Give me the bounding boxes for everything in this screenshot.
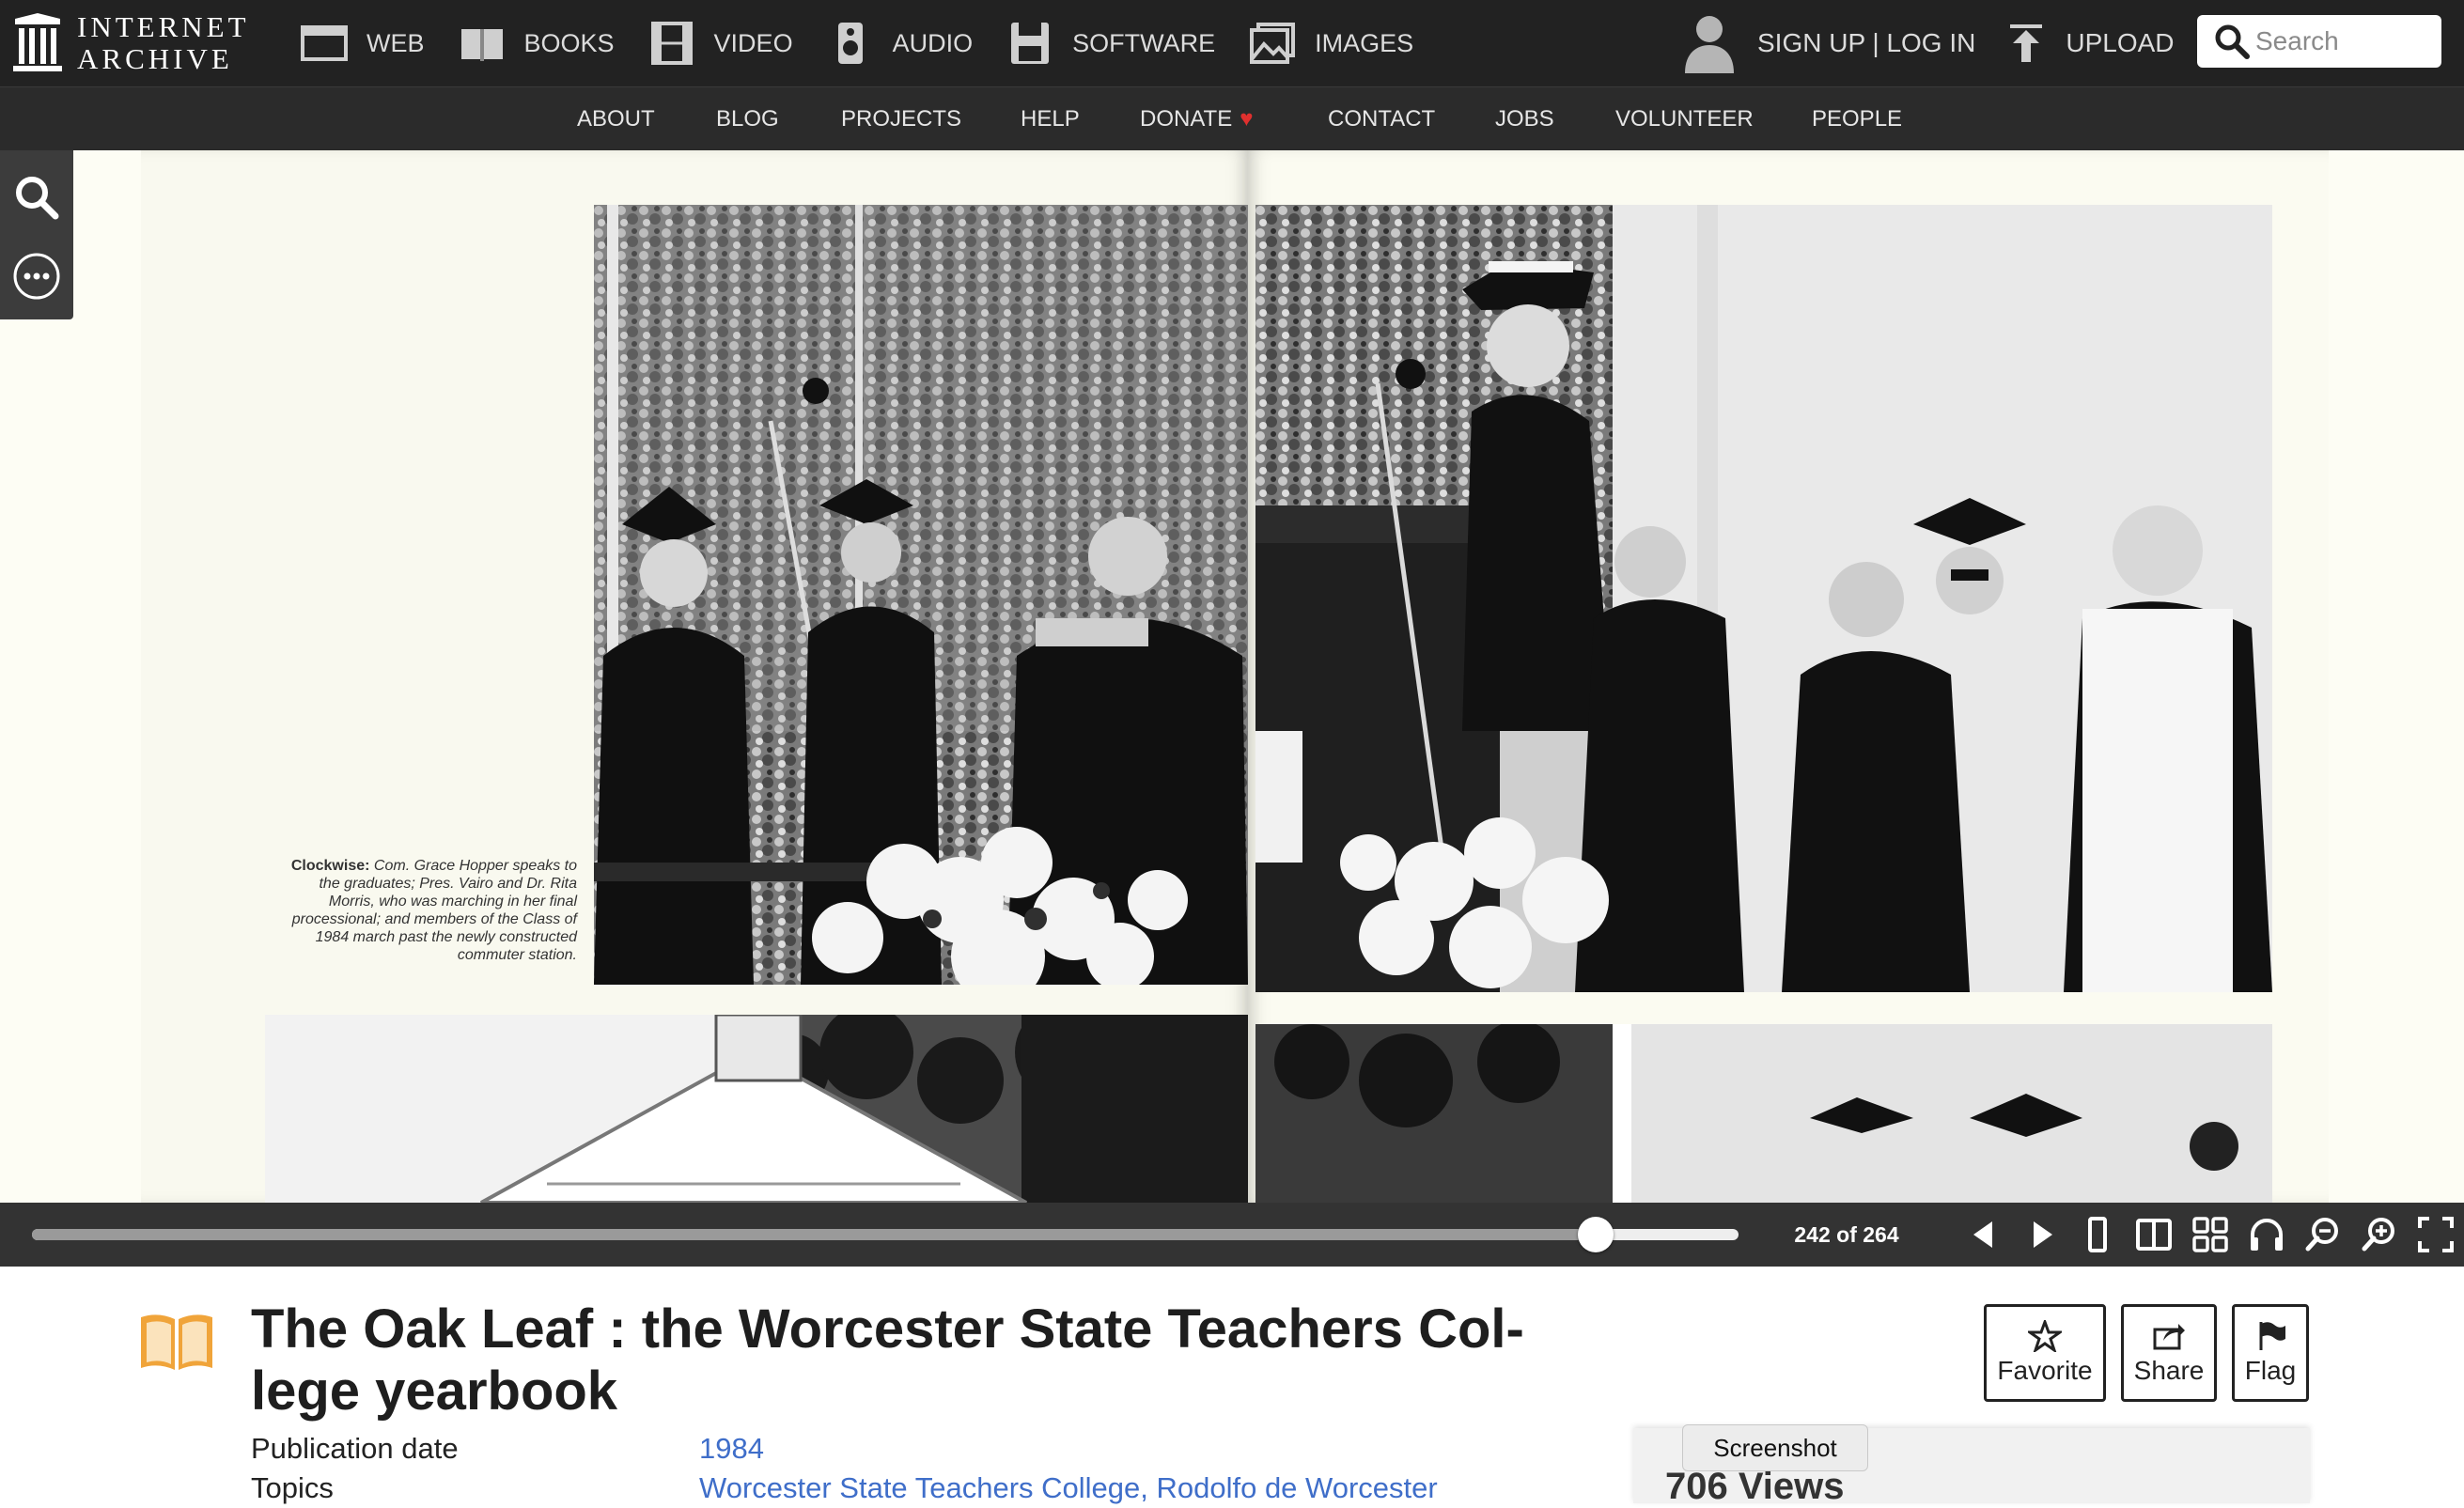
topics-label: Topics: [251, 1471, 334, 1504]
share-label: Share: [2133, 1356, 2205, 1385]
photo-graduates-seated: [594, 205, 1248, 985]
star-icon: [2028, 1320, 2062, 1352]
photo-speaker-at-podium: [1255, 205, 2272, 992]
subnav-blog[interactable]: BLOG: [716, 87, 779, 151]
favorite-button[interactable]: Favorite: [1984, 1304, 2106, 1402]
images-icon: [1250, 23, 1296, 64]
topics-value[interactable]: Worcester State Teachers College, Rodolf…: [699, 1471, 1438, 1505]
one-page-view-button[interactable]: [2075, 1212, 2120, 1257]
caption-lead: Clockwise:: [290, 858, 370, 874]
heart-icon: ♥: [1240, 106, 1254, 132]
item-details: The Oak Leaf : the Worcester State Teach…: [0, 1267, 2464, 1507]
subnav-projects[interactable]: PROJECTS: [841, 87, 961, 151]
nav-web[interactable]: WEB: [301, 22, 425, 65]
nav-software[interactable]: SOFTWARE: [1006, 22, 1215, 65]
headphones-icon: [2251, 1219, 2283, 1251]
publication-date-value[interactable]: 1984: [699, 1432, 764, 1466]
thumbnail-view-button[interactable]: [2188, 1212, 2233, 1257]
favorite-label: Favorite: [1997, 1356, 2093, 1385]
subnav-donate[interactable]: DONATE ♥: [1140, 87, 1253, 151]
two-page-view-button[interactable]: [2131, 1212, 2176, 1257]
page-slider-thumb[interactable]: [1578, 1217, 1614, 1252]
archive-building-icon: [13, 13, 62, 71]
share-icon: [2153, 1324, 2185, 1350]
logo-text: INTERNET ARCHIVE: [77, 10, 250, 75]
reader-more-button[interactable]: [0, 239, 73, 314]
views-count: 706 Views: [1665, 1466, 1845, 1507]
search-icon: [16, 177, 59, 220]
arrow-left-icon: [1973, 1221, 1992, 1248]
read-aloud-button[interactable]: [2244, 1212, 2289, 1257]
book-reader-viewer[interactable]: Clockwise: Com. Grace Hopper speaks to t…: [0, 150, 2464, 1203]
internet-archive-logo[interactable]: INTERNET ARCHIVE: [11, 6, 250, 81]
page-slider[interactable]: [32, 1217, 1739, 1252]
web-icon: [301, 25, 348, 61]
media-type-nav: WEB BOOKS VIDEO AUDIO SOFTWARE IMAGES: [301, 0, 1447, 86]
upload-label: UPLOAD: [2066, 28, 2175, 57]
photo-commuter-station: [265, 1015, 1248, 1203]
user-icon[interactable]: [1682, 13, 1737, 73]
more-options-icon: [13, 253, 60, 300]
zoom-in-icon: [2362, 1218, 2394, 1251]
signup-login-link[interactable]: SIGN UP | LOG IN: [1757, 28, 1975, 58]
page-indicator: 242 of 264: [1794, 1222, 1899, 1247]
subnav-jobs[interactable]: JOBS: [1495, 87, 1554, 151]
zoom-out-icon: [2305, 1218, 2338, 1251]
search-icon[interactable]: [2214, 23, 2250, 59]
reader-side-tools: [0, 150, 73, 319]
grid-icon: [2192, 1217, 2228, 1252]
reader-control-bar: 242 of 264: [0, 1203, 2464, 1267]
zoom-out-button[interactable]: [2300, 1212, 2346, 1257]
books-icon: [460, 29, 503, 61]
photo-caption: Clockwise: Com. Grace Hopper speaks to t…: [274, 857, 577, 964]
publication-date-label: Publication date: [251, 1432, 459, 1465]
subnav-help[interactable]: HELP: [1021, 87, 1080, 151]
nav-images[interactable]: IMAGES: [1249, 22, 1413, 65]
search-input[interactable]: [2253, 25, 2436, 57]
user-area: SIGN UP | LOG IN UPLOAD: [1682, 0, 2175, 86]
subnav-about[interactable]: ABOUT: [577, 87, 655, 151]
photo-graduates-marching: [1255, 1024, 2272, 1203]
secondary-nav: ABOUT BLOG PROJECTS HELP DONATE ♥ CONTACT…: [0, 86, 2464, 151]
upload-icon: [2010, 24, 2043, 62]
nav-books[interactable]: BOOKS: [459, 22, 615, 65]
upload-button[interactable]: UPLOAD: [2007, 23, 2175, 64]
flag-button[interactable]: Flag: [2232, 1304, 2309, 1402]
nav-video[interactable]: VIDEO: [648, 22, 793, 65]
subnav-people[interactable]: PEOPLE: [1812, 87, 1902, 151]
zoom-in-button[interactable]: [2357, 1212, 2402, 1257]
search-box: [2197, 15, 2441, 68]
software-icon: [1011, 23, 1050, 64]
fullscreen-button[interactable]: [2413, 1212, 2458, 1257]
previous-page-button[interactable]: [1962, 1212, 2007, 1257]
single-page-icon: [2088, 1217, 2107, 1252]
donate-label: DONATE: [1140, 106, 1233, 132]
screenshot-tooltip: Screenshot: [1682, 1424, 1868, 1471]
video-icon: [650, 22, 693, 65]
share-button[interactable]: Share: [2121, 1304, 2217, 1402]
arrow-right-icon: [2034, 1221, 2052, 1248]
item-title: The Oak Leaf : the Worcester State Teach…: [251, 1298, 1524, 1422]
fullscreen-icon: [2418, 1217, 2454, 1252]
page-slider-fill: [32, 1229, 1597, 1240]
next-page-button[interactable]: [2019, 1212, 2064, 1257]
subnav-contact[interactable]: CONTACT: [1328, 87, 1435, 151]
audio-icon: [837, 23, 863, 64]
nav-audio[interactable]: AUDIO: [827, 22, 973, 65]
subnav-volunteer[interactable]: VOLUNTEER: [1615, 87, 1754, 151]
flag-label: Flag: [2244, 1356, 2297, 1385]
open-book-icon: [141, 1314, 212, 1370]
reader-search-button[interactable]: [0, 160, 73, 235]
two-page-icon: [2136, 1219, 2172, 1251]
top-navigation-bar: INTERNET ARCHIVE WEB BOOKS VIDEO AUDIO S…: [0, 0, 2464, 86]
flag-icon: [2259, 1322, 2285, 1350]
